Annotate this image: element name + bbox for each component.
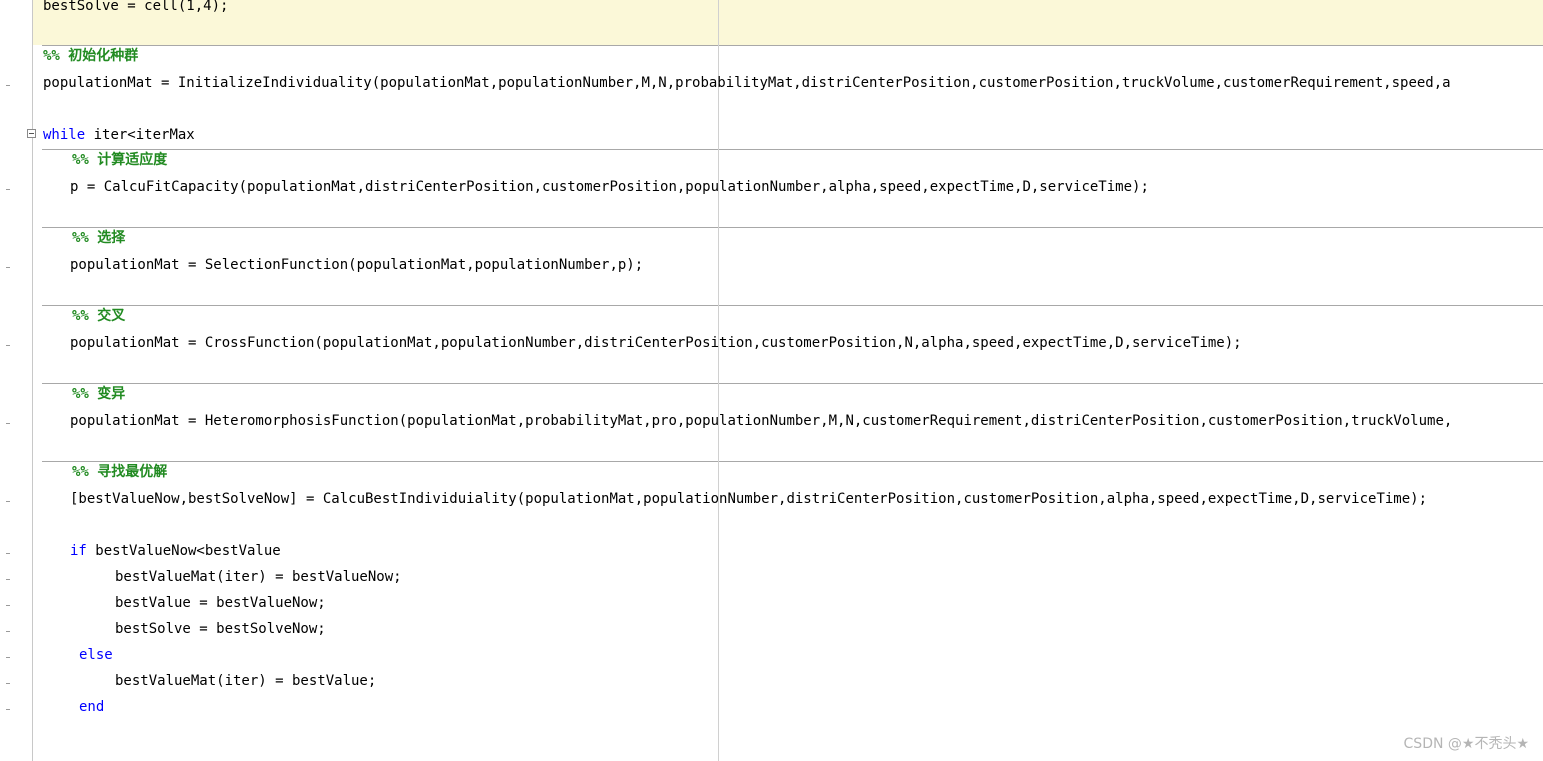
code-line[interactable]: bestSolve = cell(1,4);: [43, 0, 228, 15]
code-line-if[interactable]: if bestValueNow<bestValue: [70, 542, 281, 560]
watermark: CSDN @★不秃头★: [1403, 736, 1529, 752]
cell-divider: [42, 305, 1543, 306]
code-line-while[interactable]: while iter<iterMax: [43, 126, 195, 144]
cell-title-best-solution[interactable]: %% 寻找最优解: [72, 463, 167, 481]
current-cell-highlight: [33, 0, 1543, 45]
code-line[interactable]: bestValueMat(iter) = bestValueNow;: [115, 568, 402, 586]
code-line[interactable]: bestValueMat(iter) = bestValue;: [115, 672, 376, 690]
code-line[interactable]: populationMat = HeteromorphosisFunction(…: [70, 412, 1452, 430]
line-marker: [6, 579, 10, 580]
code-line[interactable]: bestSolve = bestSolveNow;: [115, 620, 326, 638]
fold-toggle-icon[interactable]: [27, 129, 36, 138]
line-gutter: [0, 0, 33, 761]
code-line[interactable]: populationMat = InitializeIndividuality(…: [43, 74, 1451, 92]
cell-divider: [42, 461, 1543, 462]
cell-title-fitness[interactable]: %% 计算适应度: [72, 151, 167, 169]
right-margin-line: [718, 0, 719, 761]
line-marker: [6, 657, 10, 658]
cell-divider: [42, 45, 1543, 46]
code-line[interactable]: populationMat = CrossFunction(population…: [70, 334, 1242, 352]
line-marker: [6, 85, 10, 86]
code-line-else[interactable]: else: [79, 646, 113, 664]
code-line[interactable]: populationMat = SelectionFunction(popula…: [70, 256, 643, 274]
code-editor[interactable]: bestSolve = cell(1,4); %% 初始化种群 populati…: [0, 0, 1543, 761]
cell-title-mutation[interactable]: %% 变异: [72, 385, 125, 403]
cell-divider: [42, 227, 1543, 228]
line-marker: [6, 189, 10, 190]
code-line[interactable]: [bestValueNow,bestSolveNow] = CalcuBestI…: [70, 490, 1427, 508]
line-marker: [6, 709, 10, 710]
line-marker: [6, 345, 10, 346]
line-marker: [6, 553, 10, 554]
line-marker: [6, 423, 10, 424]
line-marker: [6, 501, 10, 502]
line-marker: [6, 605, 10, 606]
cell-divider: [42, 383, 1543, 384]
line-marker: [6, 631, 10, 632]
cell-title-crossover[interactable]: %% 交叉: [72, 307, 125, 325]
cell-title-selection[interactable]: %% 选择: [72, 229, 125, 247]
line-marker: [6, 267, 10, 268]
cell-divider: [42, 149, 1543, 150]
cell-title-init-population[interactable]: %% 初始化种群: [43, 47, 138, 65]
line-marker: [6, 683, 10, 684]
code-line[interactable]: bestValue = bestValueNow;: [115, 594, 326, 612]
code-line-end[interactable]: end: [79, 698, 104, 716]
code-line[interactable]: p = CalcuFitCapacity(populationMat,distr…: [70, 178, 1149, 196]
